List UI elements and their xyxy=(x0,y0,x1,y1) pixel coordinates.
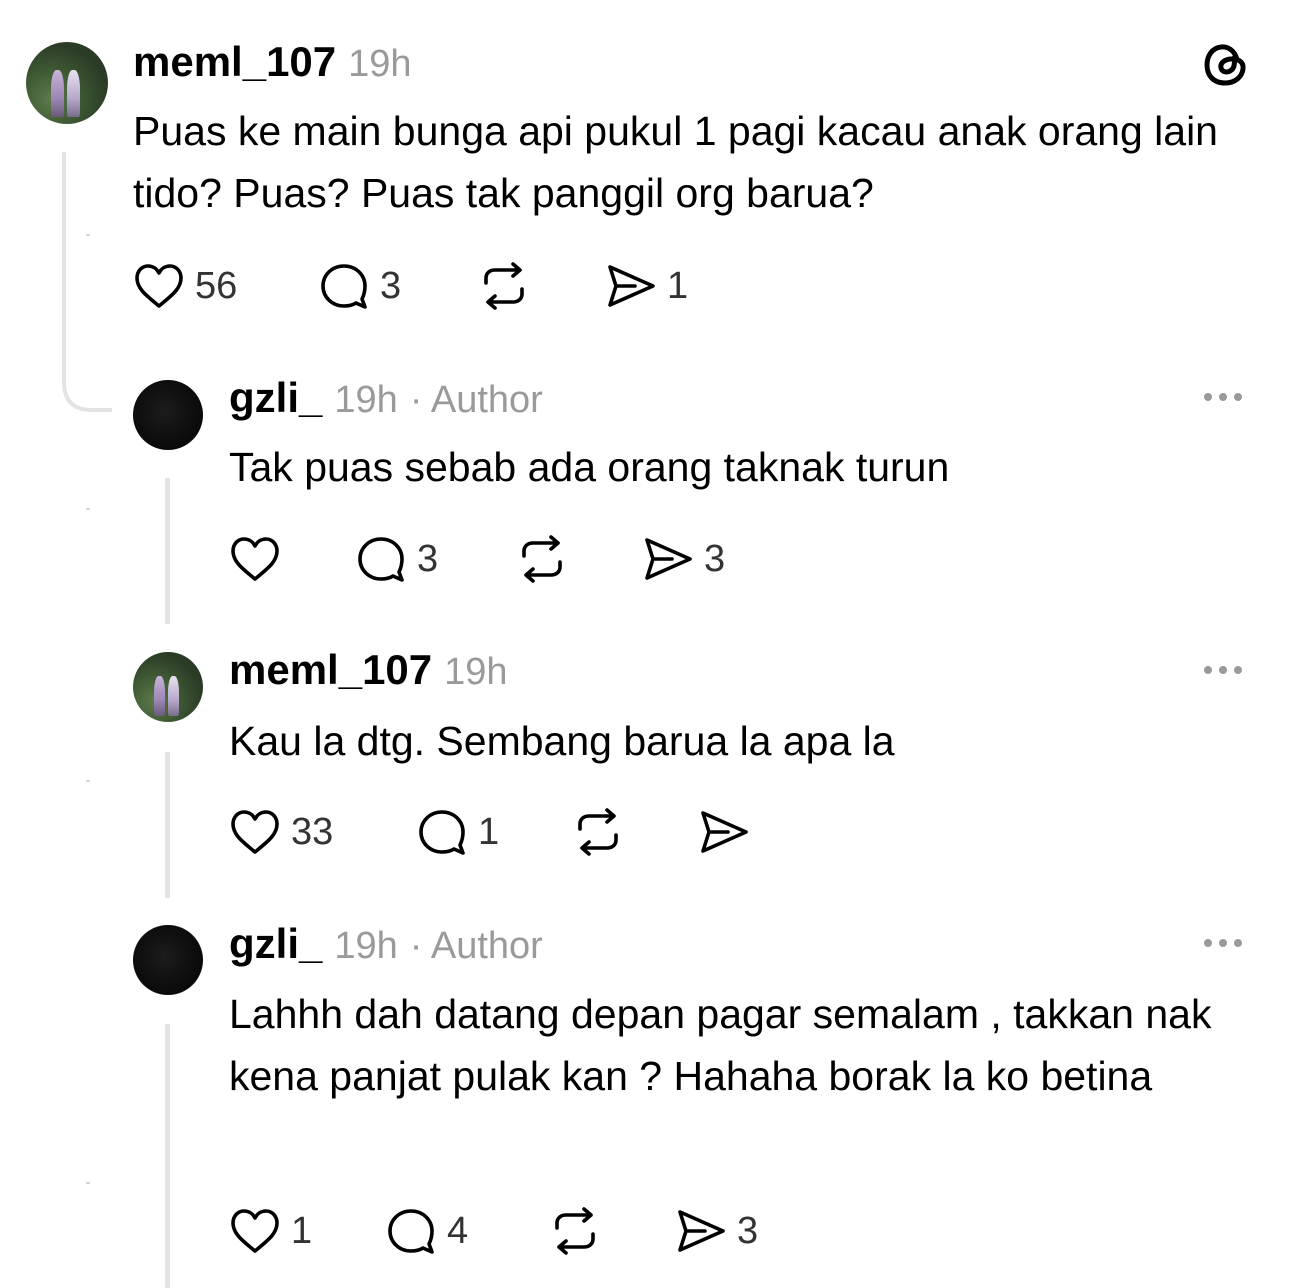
author-tag: · Author xyxy=(409,379,543,421)
more-options-icon[interactable] xyxy=(1204,939,1242,947)
post-text: Puas ke main bunga api pukul 1 pagi kaca… xyxy=(133,108,1218,216)
thread-line-curve xyxy=(62,370,112,412)
thread-line-reply-1 xyxy=(165,478,170,624)
post-header: meml_107 19h xyxy=(133,38,412,88)
repost-icon xyxy=(484,262,524,310)
share-count: 3 xyxy=(737,1209,759,1252)
username[interactable]: meml_107 xyxy=(133,38,336,86)
divider-dot xyxy=(86,780,90,782)
send-icon xyxy=(678,1210,725,1252)
avatar[interactable] xyxy=(133,925,203,995)
divider-dot xyxy=(86,234,90,236)
like-button[interactable]: 1 xyxy=(229,1207,385,1255)
repost-button[interactable] xyxy=(549,1206,675,1256)
repost-button[interactable] xyxy=(572,807,698,857)
more-options-icon[interactable] xyxy=(1204,393,1242,401)
heart-icon xyxy=(231,1209,279,1253)
reply-count: 1 xyxy=(478,810,500,853)
username[interactable]: gzli_ xyxy=(229,374,322,422)
post-text: Lahhh dah datang depan pagar semalam , t… xyxy=(229,991,1212,1099)
repost-button[interactable] xyxy=(478,261,605,311)
send-icon xyxy=(701,811,748,853)
timestamp: 19h xyxy=(348,43,412,85)
reply-button[interactable]: 3 xyxy=(318,261,478,311)
post-header: meml_107 19h xyxy=(229,646,508,696)
like-button[interactable]: 56 xyxy=(133,262,318,310)
share-count: 1 xyxy=(667,264,689,307)
share-button[interactable] xyxy=(698,807,760,857)
like-count: 1 xyxy=(291,1209,313,1252)
more-options-icon[interactable] xyxy=(1204,666,1242,674)
share-button[interactable]: 3 xyxy=(642,534,725,584)
author-tag: · Author xyxy=(409,925,543,967)
repost-icon xyxy=(578,808,618,856)
avatar[interactable] xyxy=(26,42,108,124)
avatar[interactable] xyxy=(133,380,203,450)
send-icon xyxy=(608,265,655,307)
share-count: 3 xyxy=(704,537,726,580)
reply-button[interactable]: 3 xyxy=(355,534,516,584)
share-button[interactable]: 3 xyxy=(675,1206,758,1256)
heart-icon xyxy=(231,810,279,854)
reply-button[interactable]: 4 xyxy=(385,1206,549,1256)
timestamp: 19h xyxy=(334,925,398,967)
reply-count: 4 xyxy=(447,1209,469,1252)
send-icon xyxy=(645,538,692,580)
divider-dot xyxy=(86,1182,90,1184)
like-button[interactable] xyxy=(229,535,355,583)
thread-line-main xyxy=(62,152,66,380)
post-text: Tak puas sebab ada orang taknak turun xyxy=(229,444,950,490)
comment-bubble-icon xyxy=(419,810,465,855)
post-actions: 33 1 xyxy=(229,802,760,862)
like-count: 56 xyxy=(195,264,238,307)
reply-count: 3 xyxy=(417,537,439,580)
repost-button[interactable] xyxy=(516,534,642,584)
reply-button[interactable]: 1 xyxy=(416,807,572,857)
post-actions: 3 3 xyxy=(229,529,725,589)
username[interactable]: meml_107 xyxy=(229,646,432,694)
thread-line-reply-3 xyxy=(165,1024,170,1288)
comment-bubble-icon xyxy=(388,1209,434,1254)
like-button[interactable]: 33 xyxy=(229,808,416,856)
reply-count: 3 xyxy=(380,264,402,307)
heart-icon xyxy=(135,264,183,308)
post-actions: 1 4 3 xyxy=(229,1201,758,1261)
timestamp: 19h xyxy=(444,651,508,693)
comment-bubble-icon xyxy=(321,264,367,309)
thread-line-reply-2 xyxy=(165,752,170,898)
repost-icon xyxy=(522,535,562,583)
share-button[interactable]: 1 xyxy=(605,261,688,311)
avatar[interactable] xyxy=(133,652,203,722)
post-text: Kau la dtg. Sembang barua la apa la xyxy=(229,718,895,764)
post-actions: 56 3 1 xyxy=(133,256,688,316)
post-header: gzli_ 19h · Author xyxy=(229,920,543,970)
comment-bubble-icon xyxy=(358,537,404,582)
repost-icon xyxy=(555,1207,595,1255)
like-count: 33 xyxy=(291,810,334,853)
threads-logo-icon[interactable] xyxy=(1200,38,1252,95)
post-header: gzli_ 19h · Author xyxy=(229,374,543,424)
username[interactable]: gzli_ xyxy=(229,920,322,968)
divider-dot xyxy=(86,508,90,510)
heart-icon xyxy=(231,537,279,581)
timestamp: 19h xyxy=(334,379,398,421)
